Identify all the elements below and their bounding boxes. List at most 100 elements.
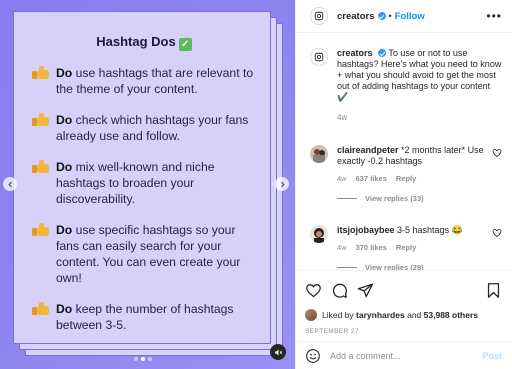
reply-button[interactable]: Reply	[396, 173, 416, 184]
carousel-dot	[134, 357, 138, 361]
tip-bold: Do	[56, 160, 73, 174]
more-options-button[interactable]: •••	[486, 9, 502, 23]
carousel-indicator	[134, 357, 152, 361]
tip-bold: Do	[56, 302, 73, 316]
caption: creators To use or not to use hashtags? …	[337, 48, 502, 123]
view-replies-button[interactable]: View replies (29)	[337, 263, 502, 270]
tip-text: Do keep the number of hashtags between 3…	[56, 301, 256, 333]
comment-age[interactable]: 4w	[337, 173, 347, 184]
comment-item: itsjojobaybee 3-5 hashtags 😂 4w 370 likes R…	[310, 225, 502, 270]
comment-meta: 4w 370 likes Reply	[337, 242, 492, 253]
avatar[interactable]	[310, 225, 328, 243]
post-panel: creators • Follow ••• creators To use or…	[295, 0, 512, 369]
add-comment-input[interactable]	[330, 350, 483, 361]
tip-item: Do use specific hashtags so your fans ca…	[32, 222, 256, 286]
comment-item: claireandpeter *2 months later* Use exac…	[310, 145, 502, 203]
like-comment-icon[interactable]	[492, 228, 502, 238]
comment-username[interactable]: itsjojobaybee	[337, 225, 395, 235]
comments-feed[interactable]: creators To use or not to use hashtags? …	[296, 34, 512, 270]
comment-likes[interactable]: 370 likes	[356, 242, 387, 253]
tip-bold: Do	[56, 223, 73, 237]
post-comment-button[interactable]: Post	[482, 351, 502, 361]
avatar[interactable]	[310, 145, 328, 163]
view-replies-button[interactable]: View replies (33)	[337, 194, 502, 203]
creators-logo-icon	[314, 11, 324, 21]
view-replies-label: View replies (33)	[365, 194, 424, 203]
tip-item: Do check which hashtags your fans alread…	[32, 112, 256, 144]
verified-badge-icon	[377, 12, 386, 20]
tip-item: Do mix well-known and niche hashtags to …	[32, 159, 256, 207]
likes-summary: Liked by tarynhardes and 53,988 others	[305, 309, 502, 321]
comment-icon[interactable]	[331, 282, 348, 299]
follow-button[interactable]: Follow	[395, 11, 425, 22]
tip-bold: Do	[56, 66, 73, 80]
carousel-dot	[148, 357, 152, 361]
verified-badge-icon	[378, 49, 387, 57]
header-separator: •	[388, 11, 392, 21]
check-mark-icon: ✓	[178, 38, 192, 51]
tip-body: mix well-known and niche hashtags to bro…	[56, 160, 215, 206]
add-comment-bar: Post	[296, 341, 512, 369]
thumbs-up-icon	[32, 302, 50, 316]
previous-slide-button[interactable]	[3, 177, 17, 191]
post-media[interactable]: Hashtag Dos ✓ Do use hashtags that are re…	[0, 0, 295, 369]
thumbs-up-icon	[32, 113, 50, 127]
header-username[interactable]: creators	[337, 11, 375, 22]
comment-likes[interactable]: 637 likes	[356, 173, 387, 184]
comment-username[interactable]: claireandpeter	[337, 145, 399, 155]
tip-body: keep the number of hashtags between 3-5.	[56, 302, 234, 332]
comment-text: 3-5 hashtags 😂	[397, 225, 463, 235]
likes-middle: and	[407, 310, 422, 320]
tip-text: Do check which hashtags your fans alread…	[56, 112, 256, 144]
chevron-right-icon	[280, 181, 285, 187]
replies-divider	[337, 198, 357, 199]
share-icon[interactable]	[357, 282, 374, 299]
comment-body: itsjojobaybee 3-5 hashtags 😂 4w 370 likes R…	[337, 225, 492, 253]
tip-body: use hashtags that are relevant to the th…	[56, 66, 254, 96]
thumbs-up-icon	[32, 66, 50, 80]
hashtag-card: Hashtag Dos ✓ Do use hashtags that are re…	[13, 11, 271, 344]
heart-icon[interactable]	[305, 282, 322, 299]
liked-by-user[interactable]: tarynhardes	[356, 310, 405, 320]
creators-logo-icon	[314, 52, 324, 62]
likes-count[interactable]: 53,988 others	[424, 310, 478, 320]
tip-text: Do use hashtags that are relevant to the…	[56, 65, 256, 97]
like-comment-icon[interactable]	[492, 148, 502, 158]
post-header: creators • Follow •••	[296, 0, 512, 33]
chevron-left-icon	[7, 181, 12, 187]
avatar[interactable]	[310, 7, 328, 25]
comment-meta: 4w 637 likes Reply	[337, 173, 492, 184]
bookmark-icon[interactable]	[485, 282, 502, 299]
speaker-muted-icon	[274, 349, 282, 355]
caption-username[interactable]: creators	[337, 48, 373, 58]
comment-row: claireandpeter *2 months later* Use exac…	[310, 145, 502, 184]
avatar[interactable]	[305, 309, 317, 321]
action-bar	[305, 277, 502, 303]
avatar[interactable]	[310, 48, 328, 66]
tip-body: check which hashtags your fans already u…	[56, 113, 249, 143]
thumbs-up-icon	[32, 223, 50, 237]
tips-list: Do use hashtags that are relevant to the…	[32, 65, 256, 333]
caption-row: creators To use or not to use hashtags? …	[310, 48, 502, 123]
card-title-text: Hashtag Dos	[96, 34, 176, 49]
tip-text: Do mix well-known and niche hashtags to …	[56, 159, 256, 207]
comment-body: claireandpeter *2 months later* Use exac…	[337, 145, 492, 184]
tip-bold: Do	[56, 113, 73, 127]
replies-divider	[337, 267, 357, 268]
comment-age[interactable]: 4w	[337, 242, 347, 253]
caption-age[interactable]: 4w	[337, 112, 502, 123]
post-date[interactable]: SEPTEMBER 27	[305, 328, 502, 335]
tip-item: Do use hashtags that are relevant to the…	[32, 65, 256, 97]
thumbs-up-icon	[32, 160, 50, 174]
comments-list: claireandpeter *2 months later* Use exac…	[310, 145, 502, 270]
reply-button[interactable]: Reply	[396, 242, 416, 253]
carousel-dot	[141, 357, 145, 361]
next-slide-button[interactable]	[275, 177, 289, 191]
view-replies-label: View replies (29)	[365, 263, 424, 270]
mute-button[interactable]	[270, 344, 286, 360]
tip-body: use specific hashtags so your fans can e…	[56, 223, 241, 285]
emoji-icon[interactable]	[305, 348, 321, 364]
card-title: Hashtag Dos ✓	[32, 34, 256, 51]
tip-text: Do use specific hashtags so your fans ca…	[56, 222, 256, 286]
likes-prefix: Liked by	[322, 310, 354, 320]
